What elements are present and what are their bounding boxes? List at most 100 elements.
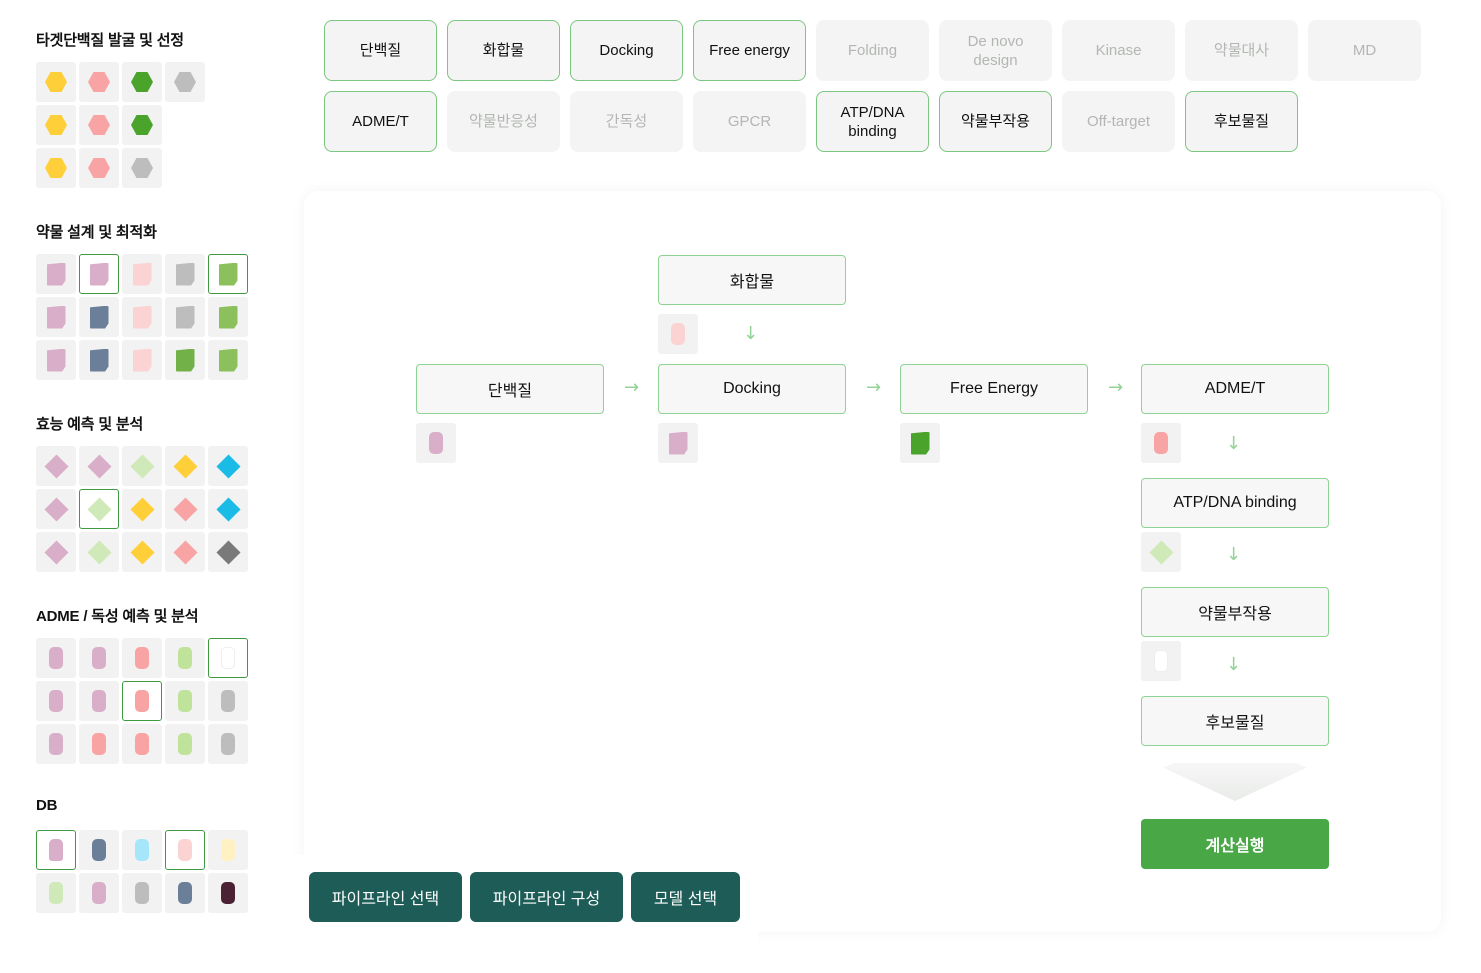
tag-side-effect[interactable]: 약물부작용	[939, 91, 1052, 152]
tag-candidate[interactable]: 후보물질	[1185, 91, 1298, 152]
palette-item[interactable]	[165, 446, 205, 486]
tag-free-energy[interactable]: Free energy	[693, 20, 806, 81]
document-icon	[46, 348, 66, 372]
node-compound[interactable]: 화합물	[658, 255, 846, 305]
palette-item[interactable]	[79, 489, 119, 529]
tag-admet[interactable]: ADME/T	[324, 91, 437, 152]
database-icon	[221, 839, 235, 861]
palette-item[interactable]	[122, 340, 162, 380]
palette-item[interactable]	[208, 830, 248, 870]
palette-item[interactable]	[208, 340, 248, 380]
palette-item[interactable]	[208, 724, 248, 764]
palette-item[interactable]	[122, 62, 162, 102]
tag-off-target[interactable]: Off-target	[1062, 91, 1175, 152]
palette-item[interactable]	[79, 873, 119, 913]
palette-item[interactable]	[165, 254, 205, 294]
node-free-energy[interactable]: Free Energy	[900, 364, 1088, 414]
palette-item[interactable]	[36, 638, 76, 678]
palette-item[interactable]	[36, 489, 76, 529]
palette-item[interactable]	[122, 254, 162, 294]
palette-item[interactable]	[36, 148, 76, 188]
palette-item[interactable]	[36, 340, 76, 380]
palette-item[interactable]	[79, 681, 119, 721]
palette-item[interactable]	[79, 532, 119, 572]
palette-item[interactable]	[208, 254, 248, 294]
tag-metabolism[interactable]: 약물대사	[1185, 20, 1298, 81]
node-docking[interactable]: Docking	[658, 364, 846, 414]
palette-item[interactable]	[79, 446, 119, 486]
build-pipeline-button[interactable]: 파이프라인 구성	[470, 872, 623, 922]
palette-item[interactable]	[165, 873, 205, 913]
palette-item[interactable]	[208, 638, 248, 678]
palette-item[interactable]	[36, 62, 76, 102]
palette-item[interactable]	[165, 724, 205, 764]
tag-hepatotoxicity[interactable]: 간독성	[570, 91, 683, 152]
document-icon	[218, 305, 238, 329]
palette-item[interactable]	[122, 105, 162, 145]
palette-item[interactable]	[36, 873, 76, 913]
diamond-icon	[129, 539, 155, 565]
palette-item[interactable]	[165, 638, 205, 678]
tag-protein[interactable]: 단백질	[324, 20, 437, 81]
palette-item[interactable]	[79, 724, 119, 764]
tag-folding[interactable]: Folding	[816, 20, 929, 81]
palette-item[interactable]	[79, 105, 119, 145]
section-title-efficacy: 효능 예측 및 분석	[36, 416, 144, 433]
palette-item[interactable]	[36, 532, 76, 572]
tag-compound[interactable]: 화합물	[447, 20, 560, 81]
tag-de-novo[interactable]: De novo design	[939, 20, 1052, 81]
palette-item[interactable]	[165, 532, 205, 572]
palette-item[interactable]	[122, 297, 162, 337]
palette-item[interactable]	[79, 297, 119, 337]
palette-item[interactable]	[122, 446, 162, 486]
palette-item[interactable]	[36, 724, 76, 764]
palette-item[interactable]	[36, 830, 76, 870]
select-pipeline-button[interactable]: 파이프라인 선택	[309, 872, 462, 922]
palette-item[interactable]	[208, 489, 248, 529]
node-side-effect[interactable]: 약물부작용	[1141, 587, 1329, 637]
tag-docking[interactable]: Docking	[570, 20, 683, 81]
palette-item[interactable]	[79, 830, 119, 870]
palette-item[interactable]	[36, 254, 76, 294]
select-model-button[interactable]: 모델 선택	[631, 872, 740, 922]
tag-drug-response[interactable]: 약물반응성	[447, 91, 560, 152]
palette-item[interactable]	[165, 297, 205, 337]
palette-item[interactable]	[36, 681, 76, 721]
palette-item[interactable]	[79, 254, 119, 294]
palette-item[interactable]	[36, 297, 76, 337]
run-calculation-button[interactable]: 계산실행	[1141, 819, 1329, 869]
palette-item[interactable]	[79, 638, 119, 678]
node-candidate[interactable]: 후보물질	[1141, 696, 1329, 746]
palette-item[interactable]	[208, 873, 248, 913]
palette-item[interactable]	[122, 638, 162, 678]
palette-item[interactable]	[122, 681, 162, 721]
palette-item[interactable]	[79, 148, 119, 188]
palette-item[interactable]	[165, 681, 205, 721]
node-atp-dna[interactable]: ATP/DNA binding	[1141, 478, 1329, 528]
palette-item[interactable]	[79, 62, 119, 102]
palette-item[interactable]	[122, 532, 162, 572]
tag-atp-dna[interactable]: ATP/DNA binding	[816, 91, 929, 152]
palette-item[interactable]	[165, 489, 205, 529]
palette-item[interactable]	[122, 148, 162, 188]
palette-item[interactable]	[122, 489, 162, 529]
palette-item[interactable]	[165, 830, 205, 870]
node-protein[interactable]: 단백질	[416, 364, 604, 414]
tag-kinase[interactable]: Kinase	[1062, 20, 1175, 81]
palette-item[interactable]	[208, 446, 248, 486]
diamond-icon	[215, 496, 241, 522]
palette-item[interactable]	[165, 340, 205, 380]
node-admet[interactable]: ADME/T	[1141, 364, 1329, 414]
palette-item[interactable]	[208, 297, 248, 337]
tag-gpcr[interactable]: GPCR	[693, 91, 806, 152]
tag-md[interactable]: MD	[1308, 20, 1421, 81]
palette-item[interactable]	[208, 681, 248, 721]
palette-item[interactable]	[122, 724, 162, 764]
palette-item[interactable]	[208, 532, 248, 572]
palette-item[interactable]	[165, 62, 205, 102]
palette-item[interactable]	[36, 446, 76, 486]
palette-item[interactable]	[122, 873, 162, 913]
palette-item[interactable]	[36, 105, 76, 145]
palette-item[interactable]	[79, 340, 119, 380]
palette-item[interactable]	[122, 830, 162, 870]
